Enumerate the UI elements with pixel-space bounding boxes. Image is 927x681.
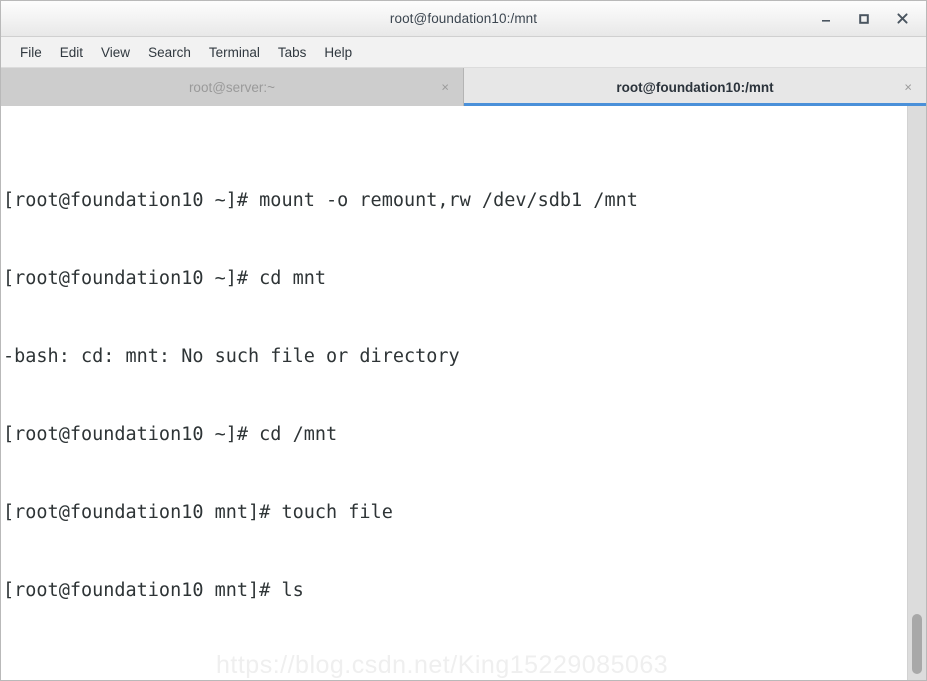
window-title: root@foundation10:/mnt <box>389 11 538 26</box>
tab-root-foundation10-mnt[interactable]: root@foundation10:/mnt × <box>464 68 926 106</box>
menu-item-search[interactable]: Search <box>139 42 200 63</box>
menu-item-terminal[interactable]: Terminal <box>200 42 269 63</box>
menu-item-file[interactable]: File <box>11 42 51 63</box>
terminal-line: [root@foundation10 ~]# cd /mnt <box>3 424 338 445</box>
terminal-line: [root@foundation10 ~]# cd mnt <box>3 268 327 289</box>
tab-label: root@server:~ <box>188 79 276 95</box>
watermark: https://blog.csdn.net/King15229085063 <box>216 651 669 679</box>
scrollbar-thumb[interactable] <box>912 614 922 674</box>
terminal-area: [root@foundation10 ~]# mount -o remount,… <box>1 106 926 680</box>
tab-close-icon[interactable]: × <box>904 81 912 94</box>
minimize-button[interactable] <box>816 9 836 29</box>
terminal-window: root@foundation10:/mnt File Edit View Se… <box>0 0 927 681</box>
terminal-output[interactable]: [root@foundation10 ~]# mount -o remount,… <box>1 106 907 680</box>
tab-bar: root@server:~ × root@foundation10:/mnt × <box>1 68 926 106</box>
menu-item-edit[interactable]: Edit <box>51 42 92 63</box>
maximize-button[interactable] <box>854 9 874 29</box>
terminal-scrollbar[interactable] <box>907 106 926 680</box>
menu-item-view[interactable]: View <box>92 42 139 63</box>
menu-item-tabs[interactable]: Tabs <box>269 42 316 63</box>
tab-root-server[interactable]: root@server:~ × <box>1 68 464 106</box>
terminal-line: -bash: cd: mnt: No such file or director… <box>3 346 460 367</box>
tab-close-icon[interactable]: × <box>441 81 449 94</box>
title-bar: root@foundation10:/mnt <box>1 1 926 37</box>
terminal-line: [root@foundation10 mnt]# ls <box>3 580 304 601</box>
menu-bar: File Edit View Search Terminal Tabs Help <box>1 37 926 68</box>
menu-item-help[interactable]: Help <box>315 42 361 63</box>
close-button[interactable] <box>892 9 912 29</box>
terminal-line: [root@foundation10 mnt]# touch file <box>3 502 393 523</box>
tab-label: root@foundation10:/mnt <box>616 79 774 95</box>
window-controls <box>816 1 918 36</box>
terminal-line: [root@foundation10 ~]# mount -o remount,… <box>3 190 638 211</box>
